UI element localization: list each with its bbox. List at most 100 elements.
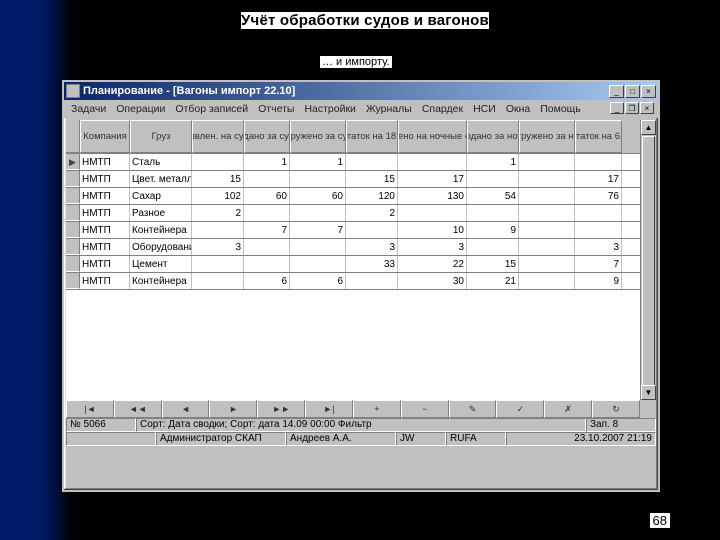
cell[interactable]	[519, 256, 575, 272]
nav-next[interactable]: ►	[209, 400, 257, 418]
cell[interactable]: 3	[192, 239, 244, 255]
vertical-scrollbar[interactable]: ▲ ▼	[640, 120, 656, 400]
table-row[interactable]: НМТПЦемент3322157	[66, 256, 640, 273]
cell[interactable]	[575, 154, 622, 170]
cell[interactable]: 9	[467, 222, 519, 238]
cell[interactable]	[467, 171, 519, 187]
cell[interactable]	[244, 256, 290, 272]
cell[interactable]: 9	[575, 273, 622, 289]
cell[interactable]: 2	[346, 205, 398, 221]
cell[interactable]: 76	[575, 188, 622, 204]
cell[interactable]	[519, 222, 575, 238]
cell[interactable]: НМТП	[80, 273, 130, 289]
cell[interactable]: 60	[244, 188, 290, 204]
cell[interactable]: 102	[192, 188, 244, 204]
cell[interactable]: 21	[467, 273, 519, 289]
cell[interactable]	[519, 205, 575, 221]
cell[interactable]: 3	[346, 239, 398, 255]
close-button[interactable]: ×	[641, 85, 656, 98]
col-loaded-night[interactable]: Погружено за ночь	[519, 120, 575, 153]
cell[interactable]	[346, 273, 398, 289]
scroll-down-icon[interactable]: ▼	[641, 385, 656, 400]
cell[interactable]: НМТП	[80, 171, 130, 187]
menu-nsi[interactable]: НСИ	[468, 101, 501, 117]
table-row[interactable]: НМТПКонтейнера77109	[66, 222, 640, 239]
cell[interactable]	[290, 171, 346, 187]
cell[interactable]: Сахар	[130, 188, 192, 204]
cell[interactable]: НМТП	[80, 239, 130, 255]
scroll-up-icon[interactable]: ▲	[641, 120, 656, 135]
minimize-button[interactable]: _	[609, 85, 624, 98]
cell[interactable]: 54	[467, 188, 519, 204]
cell[interactable]	[192, 222, 244, 238]
cell[interactable]: 30	[398, 273, 467, 289]
menu-settings[interactable]: Настройки	[299, 101, 361, 117]
maximize-button[interactable]: □	[625, 85, 640, 98]
col-loaded-day[interactable]: Погружено за сутки	[290, 120, 346, 153]
cell[interactable]: Оборудование	[130, 239, 192, 255]
cell[interactable]	[575, 222, 622, 238]
cell[interactable]: 17	[398, 171, 467, 187]
cell[interactable]: 1	[467, 154, 519, 170]
cell[interactable]: 7	[575, 256, 622, 272]
cell[interactable]	[244, 171, 290, 187]
cell[interactable]: 60	[290, 188, 346, 204]
cell[interactable]	[290, 205, 346, 221]
cell[interactable]: Цвет. металл	[130, 171, 192, 187]
mdi-restore-button[interactable]: ❐	[625, 102, 639, 114]
cell[interactable]: 33	[346, 256, 398, 272]
cell[interactable]	[346, 222, 398, 238]
nav-refresh[interactable]: ↻	[592, 400, 640, 418]
cell[interactable]: Контейнера	[130, 222, 192, 238]
cell[interactable]: 7	[290, 222, 346, 238]
cell[interactable]: 3	[398, 239, 467, 255]
table-row[interactable]: НМТПКонтейнера6630219	[66, 273, 640, 290]
cell[interactable]	[519, 171, 575, 187]
menu-journals[interactable]: Журналы	[361, 101, 417, 117]
table-row[interactable]: НМТПОборудование3333	[66, 239, 640, 256]
menu-operations[interactable]: Операции	[111, 101, 170, 117]
mdi-minimize-button[interactable]: _	[610, 102, 624, 114]
cell[interactable]: 3	[575, 239, 622, 255]
table-row[interactable]: ▶НМТПСталь111	[66, 154, 640, 171]
cell[interactable]	[290, 256, 346, 272]
cell[interactable]: 15	[192, 171, 244, 187]
nav-edit[interactable]: ✎	[449, 400, 497, 418]
col-company[interactable]: Компания	[80, 120, 130, 153]
col-balance-18[interactable]: Остаток на 18:00	[346, 120, 398, 153]
col-cargo[interactable]: Груз	[130, 120, 192, 153]
cell[interactable]	[244, 239, 290, 255]
col-declared-day[interactable]: Заявлен. на сутки	[192, 120, 244, 153]
cell[interactable]: 1	[290, 154, 346, 170]
mdi-close-button[interactable]: ×	[640, 102, 654, 114]
cell[interactable]: 1	[244, 154, 290, 170]
col-balance-6[interactable]: Остаток на 6:00	[575, 120, 622, 153]
cell[interactable]	[519, 154, 575, 170]
nav-prevpage[interactable]: ◄◄	[114, 400, 162, 418]
cell[interactable]	[192, 154, 244, 170]
menu-windows[interactable]: Окна	[501, 101, 535, 117]
nav-cancel[interactable]: ✗	[544, 400, 592, 418]
cell[interactable]: НМТП	[80, 256, 130, 272]
scroll-thumb[interactable]	[642, 136, 655, 386]
cell[interactable]	[290, 239, 346, 255]
nav-first[interactable]: |◄	[66, 400, 114, 418]
menu-tasks[interactable]: Задачи	[66, 101, 111, 117]
cell[interactable]: 6	[244, 273, 290, 289]
cell[interactable]	[244, 205, 290, 221]
cell[interactable]	[398, 154, 467, 170]
nav-nextpage[interactable]: ►►	[257, 400, 305, 418]
nav-last[interactable]: ►|	[305, 400, 353, 418]
cell[interactable]	[519, 273, 575, 289]
menu-spardek[interactable]: Спардек	[417, 101, 468, 117]
table-row[interactable]: НМТПСахар10260601201305476	[66, 188, 640, 205]
cell[interactable]: НМТП	[80, 188, 130, 204]
menu-help[interactable]: Помощь	[535, 101, 586, 117]
nav-add[interactable]: +	[353, 400, 401, 418]
cell[interactable]: 17	[575, 171, 622, 187]
cell[interactable]: 7	[244, 222, 290, 238]
data-grid[interactable]: Компания Груз Заявлен. на сутки Подано з…	[66, 120, 640, 400]
col-supplied-day[interactable]: Подано за сутки	[244, 120, 290, 153]
cell[interactable]: 2	[192, 205, 244, 221]
cell[interactable]: 15	[467, 256, 519, 272]
